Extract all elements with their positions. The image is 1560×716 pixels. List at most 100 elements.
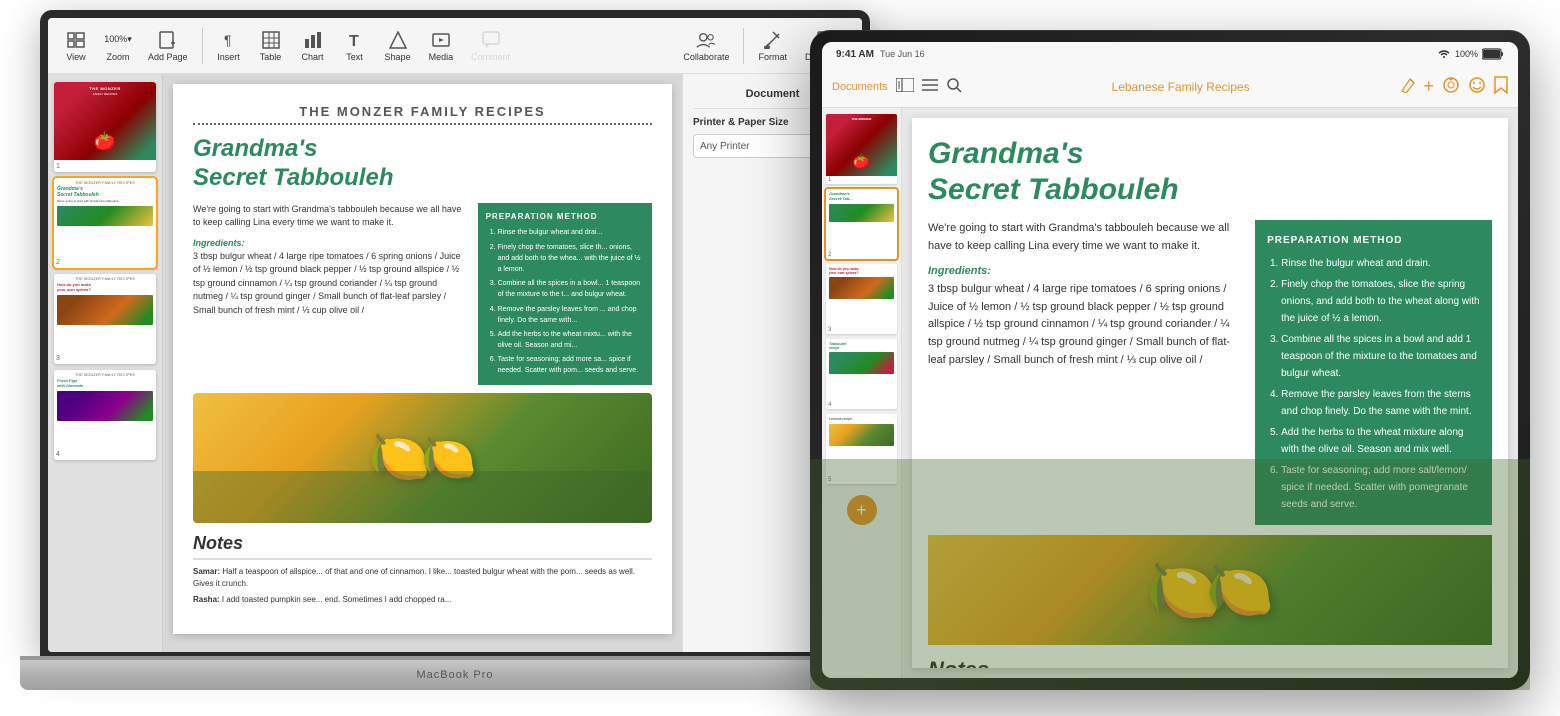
ipad-main-document: Grandma's Secret Tabbouleh We're going t… xyxy=(902,108,1518,678)
toolbar-collaborate[interactable]: Collaborate xyxy=(675,26,737,66)
media-icon xyxy=(431,30,451,50)
ipad-prep-step-1: Rinse the bulgur wheat and drain. xyxy=(1281,255,1480,272)
toolbar-comment[interactable]: Comment xyxy=(463,26,518,66)
mac-thumb-page-3[interactable]: THE MONZER FAMILY RECIPES How do you mak… xyxy=(54,274,156,364)
toolbar-zoom-label: Zoom xyxy=(106,52,129,62)
toolbar-media[interactable]: Media xyxy=(421,26,462,66)
toolbar-table-label: Table xyxy=(260,52,282,62)
ipad-thumb-3[interactable]: How do you makeyour own spices? 3 xyxy=(826,264,897,334)
ipad-thumb-4[interactable]: Tabboulehrecipe 4 xyxy=(826,339,897,409)
mac-title-divider xyxy=(193,123,652,125)
macbook-device: View 100%▾ Zoom Add Page xyxy=(20,10,890,690)
ipad-lemons-image: 🍋 🍋 xyxy=(928,535,1492,645)
scene: View 100%▾ Zoom Add Page xyxy=(0,0,1560,716)
collaborate-icon xyxy=(696,30,716,50)
format-icon xyxy=(763,30,783,50)
mac-prep-box: PREPARATION METHOD Rinse the bulgur whea… xyxy=(478,203,652,385)
ipad-sidebar-icon[interactable] xyxy=(896,78,914,95)
mac-thumb-num-4: 4 xyxy=(56,451,60,458)
toolbar-format[interactable]: Format xyxy=(750,26,795,66)
macbook-screen-outer: View 100%▾ Zoom Add Page xyxy=(40,10,870,656)
mac-thumb-page-2[interactable]: THE MONZER FAMILY RECIPES Grandma'sSecre… xyxy=(54,178,156,268)
mac-doc-title: THE MONZER FAMILY RECIPES xyxy=(193,104,652,119)
ipad-doc-title: Lebanese Family Recipes xyxy=(1112,80,1250,94)
ipad-prep-step-4: Remove the parsley leaves from the stems… xyxy=(1281,386,1480,420)
ipad-battery-text: 100% xyxy=(1455,49,1478,59)
mac-lemons-image: 🍋 🍋 xyxy=(193,393,652,523)
mac-intro-text: We're going to start with Grandma's tabb… xyxy=(193,203,468,230)
ipad-pencil-icon[interactable] xyxy=(1400,77,1416,96)
ipad-documents-btn[interactable]: Documents xyxy=(832,81,888,93)
mac-ing-label: Ingredients: xyxy=(193,238,468,248)
toolbar-chart-label: Chart xyxy=(302,52,324,62)
toolbar-collaborate-label: Collaborate xyxy=(683,52,729,62)
ipad-search-icon[interactable] xyxy=(946,77,962,96)
ipad-device: 9:41 AM Tue Jun 16 100% Documents xyxy=(810,30,1530,690)
toolbar-table[interactable]: Table xyxy=(251,26,291,66)
chart-icon xyxy=(303,30,323,50)
mac-notes-samar: Samar: Half a teaspoon of allspice... of… xyxy=(193,566,652,590)
mac-thumb-num-3: 3 xyxy=(56,355,60,362)
mac-col-left: We're going to start with Grandma's tabb… xyxy=(193,203,468,385)
add-page-icon xyxy=(158,30,178,50)
ipad-share-icon[interactable] xyxy=(1442,76,1460,97)
mac-document-page: THE MONZER FAMILY RECIPES Grandma's Secr… xyxy=(173,84,672,634)
toolbar-format-label: Format xyxy=(758,52,787,62)
mac-thumb-page-1[interactable]: THE MONZER FAMILY RECIPES 🍅 1 xyxy=(54,82,156,172)
mac-two-col: We're going to start with Grandma's tabb… xyxy=(193,203,652,385)
toolbar-view-label: View xyxy=(66,52,85,62)
ipad-toolbar: Documents Lebanese Family Recipes xyxy=(822,66,1518,108)
mac-samar-text: Half a teaspoon of allspice... of that a… xyxy=(193,567,635,588)
mac-thumb-page-4[interactable]: THE MONZER FAMILY RECIPES Fresh Figswith… xyxy=(54,370,156,460)
ipad-time: 9:41 AM xyxy=(836,49,874,60)
toolbar-add-page[interactable]: Add Page xyxy=(140,26,196,66)
mac-notes-rasha: Rasha: I add toasted pumpkin see... end.… xyxy=(193,594,652,606)
mac-thumb-num-1: 1 xyxy=(56,163,60,170)
mac-notes-divider xyxy=(193,558,652,560)
mac-prep-step-3: Combine all the spices in a bowl... 1 te… xyxy=(498,278,644,300)
ipad-list-icon[interactable] xyxy=(922,78,938,95)
mac-pages-area: THE MONZER FAMILY RECIPES 🍅 1 THE MONZER… xyxy=(48,74,862,652)
toolbar-insert[interactable]: ¶ Insert xyxy=(209,26,249,66)
ipad-document-page: Grandma's Secret Tabbouleh We're going t… xyxy=(912,118,1508,668)
ipad-ing-label: Ingredients: xyxy=(928,265,1243,277)
toolbar-zoom[interactable]: 100%▾ Zoom xyxy=(98,26,138,66)
text-icon: T xyxy=(345,30,365,50)
shape-icon xyxy=(388,30,408,50)
ipad-thumb-1[interactable]: THE MONZER 🍅 1 xyxy=(826,114,897,184)
mac-col-right: PREPARATION METHOD Rinse the bulgur whea… xyxy=(478,203,652,385)
toolbar-add-page-label: Add Page xyxy=(148,52,188,62)
mac-thumb-num-2: 2 xyxy=(56,259,60,266)
toolbar-view[interactable]: View xyxy=(56,26,96,66)
mac-prep-step-5: Add the herbs to the wheat mixtu... with… xyxy=(498,329,644,351)
mac-rasha-text: I add toasted pumpkin see... end. Someti… xyxy=(222,595,451,604)
ipad-date: Tue Jun 16 xyxy=(880,49,925,59)
mac-prep-title: PREPARATION METHOD xyxy=(486,211,644,224)
toolbar-text[interactable]: T Text xyxy=(335,26,375,66)
mac-recipe-heading: Grandma's Secret Tabbouleh xyxy=(193,135,652,193)
ipad-prep-title: PREPARATION METHOD xyxy=(1267,232,1480,249)
mac-notes-heading: Notes xyxy=(193,533,652,554)
mac-prep-step-6: Taste for seasoning; add more sa... spic… xyxy=(498,354,644,376)
ipad-thumb-2[interactable]: Grandma'sSecret Tab... 2 xyxy=(826,189,897,259)
ipad-screen: 9:41 AM Tue Jun 16 100% Documents xyxy=(822,42,1518,678)
battery-icon xyxy=(1482,48,1504,60)
mac-thumbnail-sidebar: THE MONZER FAMILY RECIPES 🍅 1 THE MONZER… xyxy=(48,74,163,652)
toolbar-text-label: Text xyxy=(346,52,363,62)
toolbar-chart[interactable]: Chart xyxy=(293,26,333,66)
ipad-intro-text: We're going to start with Grandma's tabb… xyxy=(928,220,1243,255)
toolbar-shape[interactable]: Shape xyxy=(377,26,419,66)
ipad-pages-area: THE MONZER 🍅 1 Grandma'sSecret Tab... xyxy=(822,108,1518,678)
view-icon xyxy=(66,30,86,50)
toolbar-comment-label: Comment xyxy=(471,52,510,62)
ipad-thumb-num-1: 1 xyxy=(828,177,831,183)
ipad-thumb-num-2: 2 xyxy=(828,252,831,258)
ipad-emoji-icon[interactable] xyxy=(1468,76,1486,97)
toolbar-shape-label: Shape xyxy=(385,52,411,62)
zoom-icon: 100%▾ xyxy=(108,30,128,50)
ipad-recipe-heading: Grandma's Secret Tabbouleh xyxy=(928,136,1492,208)
toolbar-sep-1 xyxy=(202,28,203,64)
ipad-bookmark-icon[interactable] xyxy=(1494,76,1508,97)
ipad-body: 9:41 AM Tue Jun 16 100% Documents xyxy=(810,30,1530,690)
ipad-add-icon[interactable]: + xyxy=(1424,76,1435,97)
